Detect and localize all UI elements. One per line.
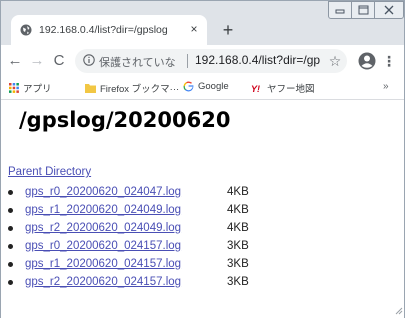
file-link[interactable]: gps_r2_20200620_024157.log (25, 273, 181, 291)
tab-strip: 192.168.0.4/list?dir=/gpslog × + (1, 1, 404, 45)
close-window-button[interactable] (374, 1, 404, 19)
apps-grid-icon (9, 83, 19, 93)
bullet-icon (8, 190, 13, 195)
google-logo-icon (183, 81, 194, 92)
bookmark-yahoo-label: ヤフー地図 (267, 84, 315, 95)
maximize-icon (358, 5, 369, 15)
url-text[interactable]: 192.168.0.4/list?dir=/gpslog (195, 53, 320, 67)
forward-button[interactable]: → (27, 51, 47, 71)
profile-icon[interactable] (357, 51, 377, 71)
bookmark-apps[interactable]: アプリ (9, 81, 52, 95)
bookmark-firefox-folder[interactable]: Firefox ブックマ··· (85, 81, 179, 95)
bookmark-firefox-label: Firefox ブックマ··· (100, 84, 180, 95)
tab-title: 192.168.0.4/list?dir=/gpslog (39, 24, 168, 36)
parent-directory-link[interactable]: Parent Directory (8, 166, 91, 178)
file-size: 4KB (227, 186, 249, 198)
svg-text:Y!: Y! (251, 84, 260, 93)
bookmark-star-icon[interactable]: ☆ (327, 51, 343, 69)
menu-icon[interactable]: ⋮ (382, 51, 396, 71)
file-link[interactable]: gps_r2_20200620_024049.log (25, 219, 181, 237)
browser-toolbar: ← → C 保護されていな 192.168.0.4/list?dir=/gpsl… (1, 45, 404, 77)
file-size: 4KB (227, 222, 249, 234)
file-size: 3KB (227, 240, 249, 252)
maximize-button[interactable] (351, 1, 375, 19)
info-icon[interactable] (83, 54, 95, 66)
bookmarks-overflow-button[interactable]: » (383, 81, 389, 95)
bullet-icon (8, 244, 13, 249)
bookmark-google[interactable]: Google (183, 81, 229, 95)
bookmark-apps-label: アプリ (23, 84, 52, 95)
address-bar[interactable]: 保護されていな 192.168.0.4/list?dir=/gpslog ☆ (75, 49, 347, 73)
tab-active[interactable]: 192.168.0.4/list?dir=/gpslog × (11, 15, 207, 45)
omnibox-divider (187, 54, 188, 68)
globe-icon (20, 24, 32, 36)
bullet-icon (8, 280, 13, 285)
file-link[interactable]: gps_r0_20200620_024157.log (25, 237, 181, 255)
page-title: /gpslog/20200620 (19, 108, 231, 132)
file-link[interactable]: gps_r1_20200620_024157.log (25, 255, 181, 273)
file-size: 4KB (227, 204, 249, 216)
file-size: 3KB (227, 276, 249, 288)
minimize-button[interactable] (328, 1, 352, 19)
bullet-icon (8, 208, 13, 213)
bullet-icon (8, 262, 13, 267)
reload-button[interactable]: C (49, 51, 69, 71)
file-size: 3KB (227, 258, 249, 270)
file-link[interactable]: gps_r0_20200620_024047.log (25, 183, 181, 201)
folder-icon (85, 84, 96, 93)
browser-window: 192.168.0.4/list?dir=/gpslog × + ← → C 保… (0, 0, 405, 318)
resize-grip-icon[interactable] (393, 305, 403, 315)
bullet-icon (8, 226, 13, 231)
yahoo-y-icon: Y! (251, 84, 260, 93)
tab-close-button[interactable]: × (187, 21, 201, 37)
security-status[interactable]: 保護されていな (99, 54, 176, 70)
minimize-icon (335, 9, 345, 14)
bookmark-yahoo-map[interactable]: Y! ヤフー地図 (251, 81, 315, 95)
bookmarks-bar: アプリ Firefox ブックマ··· Google Y! ヤフー地図 » (1, 77, 404, 100)
file-link[interactable]: gps_r1_20200620_024049.log (25, 201, 181, 219)
new-tab-button[interactable]: + (217, 19, 239, 41)
bookmark-google-label: Google (198, 81, 229, 92)
close-icon (384, 5, 394, 15)
page-content: /gpslog/20200620 Parent Directory gps_r0… (1, 100, 404, 318)
back-button[interactable]: ← (5, 51, 25, 71)
